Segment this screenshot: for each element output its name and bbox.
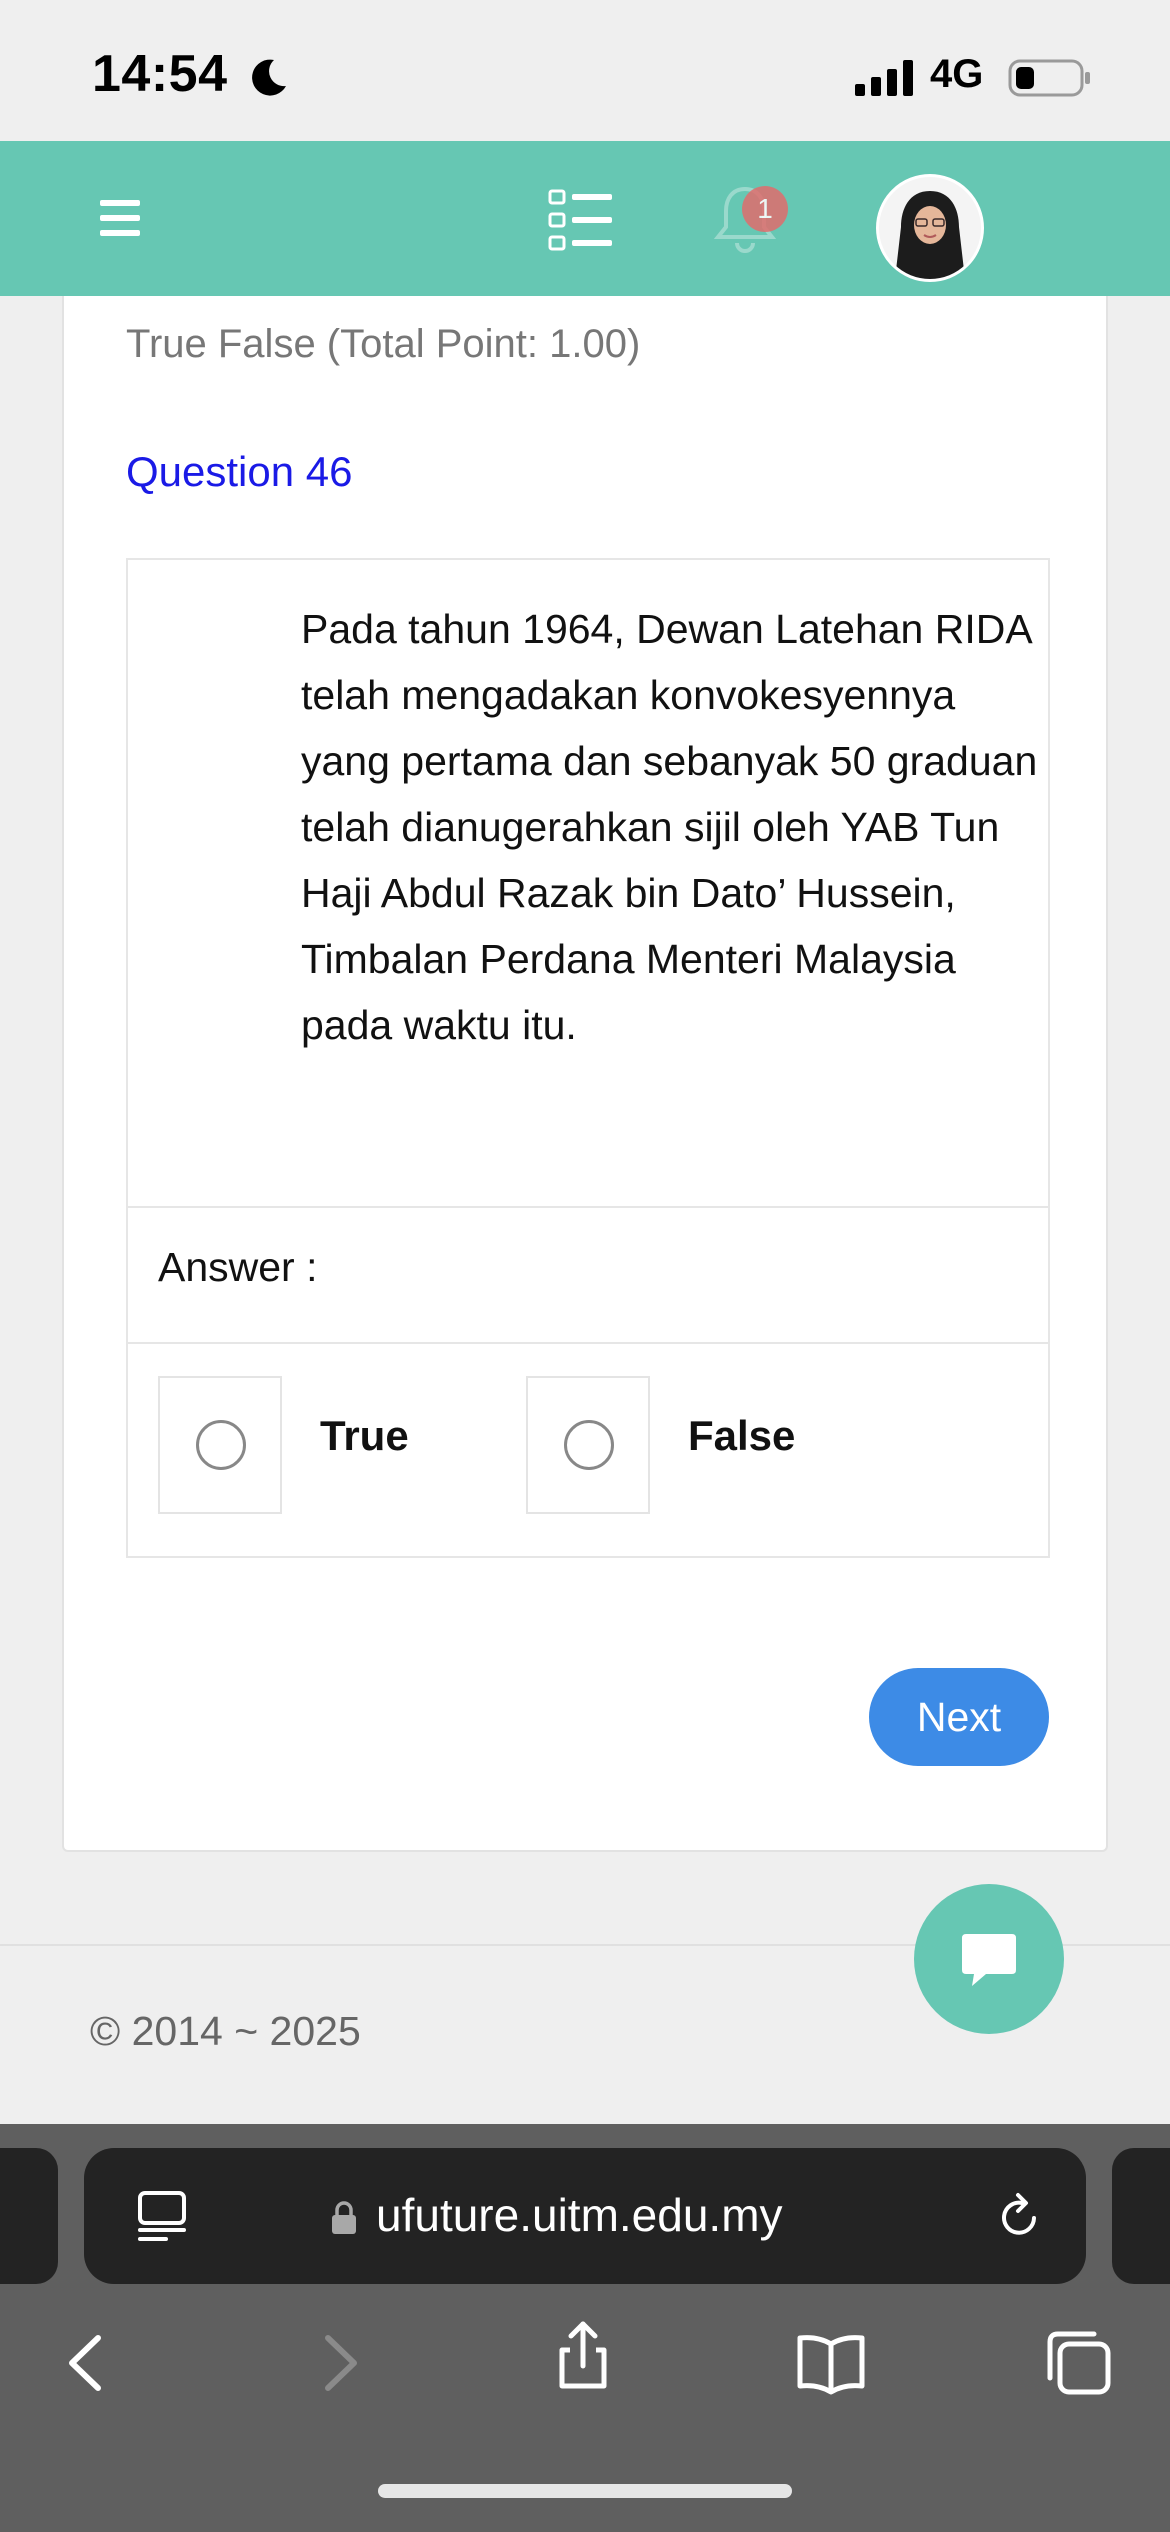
question-card: True False (Total Point: 1.00) Question … (62, 296, 1108, 1852)
tabs-icon[interactable] (1044, 2328, 1114, 2398)
share-icon[interactable] (548, 2320, 618, 2390)
option-false-label[interactable]: False (688, 1412, 795, 1460)
chat-button[interactable] (914, 1884, 1064, 2034)
app-header: 1 (0, 141, 1170, 296)
radio-false[interactable] (564, 1420, 614, 1470)
reload-icon[interactable] (994, 2192, 1044, 2242)
option-true-box[interactable] (158, 1376, 282, 1514)
next-tab-stub[interactable] (1112, 2148, 1170, 2284)
option-false-box[interactable] (526, 1376, 650, 1514)
previous-tab-stub[interactable] (0, 2148, 58, 2284)
divider (128, 1206, 1048, 1208)
bookmarks-icon[interactable] (796, 2328, 866, 2398)
lock-icon (332, 2201, 356, 2234)
avatar-image (879, 177, 981, 279)
status-time: 14:54 (92, 45, 228, 103)
question-number: Question 46 (126, 448, 353, 495)
divider (128, 1342, 1048, 1344)
url-bar[interactable]: ufuture.uitm.edu.my (84, 2148, 1086, 2284)
browser-toolbar: ufuture.uitm.edu.my (0, 2124, 1170, 2532)
radio-true[interactable] (196, 1420, 246, 1470)
copyright-text: © 2014 ~ 2025 (90, 2008, 361, 2054)
moon-icon (252, 59, 286, 96)
answer-label: Answer : (158, 1244, 318, 1290)
avatar[interactable] (876, 174, 984, 282)
home-indicator (378, 2484, 792, 2498)
notification-badge[interactable]: 1 (742, 186, 788, 232)
battery-icon (1008, 59, 1090, 97)
network-label: 4G (930, 52, 984, 96)
content-area: True False (Total Point: 1.00) Question … (0, 296, 1170, 1944)
signal-icon (855, 60, 913, 96)
forward-icon[interactable] (304, 2328, 374, 2398)
status-bar: 14:54 4G (0, 0, 1170, 141)
next-button[interactable]: Next (869, 1668, 1049, 1766)
reader-icon[interactable] (136, 2190, 188, 2244)
back-icon[interactable] (52, 2328, 122, 2398)
list-icon[interactable] (548, 189, 614, 251)
menu-icon[interactable] (98, 196, 142, 240)
question-box: Pada tahun 1964, Dewan Latehan RIDA tela… (126, 558, 1050, 1558)
url-text[interactable]: ufuture.uitm.edu.my (376, 2188, 783, 2242)
question-text: Pada tahun 1964, Dewan Latehan RIDA tela… (301, 606, 1038, 1048)
chat-icon (962, 1934, 1016, 1986)
question-type-label: True False (Total Point: 1.00) (126, 322, 641, 366)
option-true-label[interactable]: True (320, 1412, 409, 1460)
